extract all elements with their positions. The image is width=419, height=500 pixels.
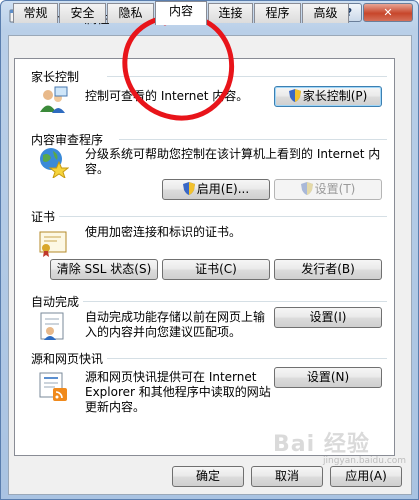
tab-general[interactable]: 常规	[13, 3, 58, 23]
certificate-icon	[39, 231, 67, 257]
autocomplete-description-line1: 自动完成功能存储以前在网页上输	[85, 310, 266, 324]
parental-control-heading: 家长控制	[31, 70, 80, 84]
content-advisor-enable-label: 启用(E)...	[196, 182, 250, 196]
autocomplete-form-icon	[40, 312, 64, 340]
feeds-rss-icon	[39, 372, 67, 401]
certificates-divider	[59, 216, 387, 217]
certificates-description: 使用加密连接和标识的证书。	[85, 225, 242, 239]
content-advisor-settings-button[interactable]: 设置(T)	[274, 179, 382, 200]
feeds-description-line3: 更新内容。	[85, 400, 146, 414]
autocomplete-divider	[83, 301, 387, 302]
content-advisor-enable-button[interactable]: 启用(E)...	[162, 179, 270, 200]
parental-users-icon	[40, 86, 68, 113]
feeds-settings-button[interactable]: 设置(N)	[274, 367, 382, 388]
autocomplete-settings-button[interactable]: 设置(I)	[274, 307, 382, 328]
ok-button[interactable]: 确定	[172, 466, 244, 487]
uac-shield-icon	[300, 182, 313, 195]
uac-shield-icon	[182, 182, 195, 195]
dialog-window: Internet 属性 ? ✕ 常规 安全 隐私 内容 连接 程序 高级 家长控…	[0, 0, 419, 500]
feeds-description-line1: 源和网页快讯提供可在 Internet	[85, 370, 257, 384]
apply-button[interactable]: 应用(A)	[330, 466, 402, 487]
autocomplete-description-line2: 入的内容并向您建议匹配项。	[85, 325, 242, 339]
content-advisor-settings-label: 设置(T)	[314, 182, 356, 196]
tab-security[interactable]: 安全	[59, 3, 106, 23]
parental-control-button[interactable]: 家长控制(P)	[274, 86, 382, 107]
baidu-watermark: Bai 经验	[273, 432, 370, 457]
tab-content[interactable]: 内容	[155, 1, 207, 25]
content-advisor-divider	[119, 139, 387, 140]
parental-control-description: 控制可查看的 Internet 内容。	[85, 89, 249, 103]
feeds-heading: 源和网页快讯	[31, 352, 104, 366]
publishers-button[interactable]: 发行者(B)	[274, 259, 382, 280]
feeds-description-line2: Explorer 和其他程序中读取的网站	[85, 385, 271, 399]
feeds-divider	[107, 358, 387, 359]
close-button[interactable]: ✕	[363, 3, 413, 22]
parental-control-divider	[107, 76, 387, 77]
tab-privacy[interactable]: 隐私	[107, 3, 154, 23]
baidu-watermark-url: jingyan.baidu.com	[323, 456, 407, 466]
content-advisor-globe-icon	[40, 148, 69, 178]
certificates-heading: 证书	[31, 210, 56, 224]
certificates-button[interactable]: 证书(C)	[162, 259, 270, 280]
parental-control-button-label: 家长控制(P)	[302, 89, 368, 103]
content-advisor-description-line2: 容。	[85, 162, 110, 176]
autocomplete-heading: 自动完成	[31, 295, 80, 309]
uac-shield-icon	[288, 89, 301, 102]
clear-ssl-state-button[interactable]: 清除 SSL 状态(S)	[50, 259, 158, 280]
tab-connections[interactable]: 连接	[208, 3, 253, 23]
tab-programs[interactable]: 程序	[254, 3, 301, 23]
tab-advanced[interactable]: 高级	[302, 3, 349, 23]
content-advisor-description-line1: 分级系统可帮助您控制在该计算机上看到的 Internet 内	[85, 147, 381, 161]
cancel-button[interactable]: 取消	[251, 466, 323, 487]
